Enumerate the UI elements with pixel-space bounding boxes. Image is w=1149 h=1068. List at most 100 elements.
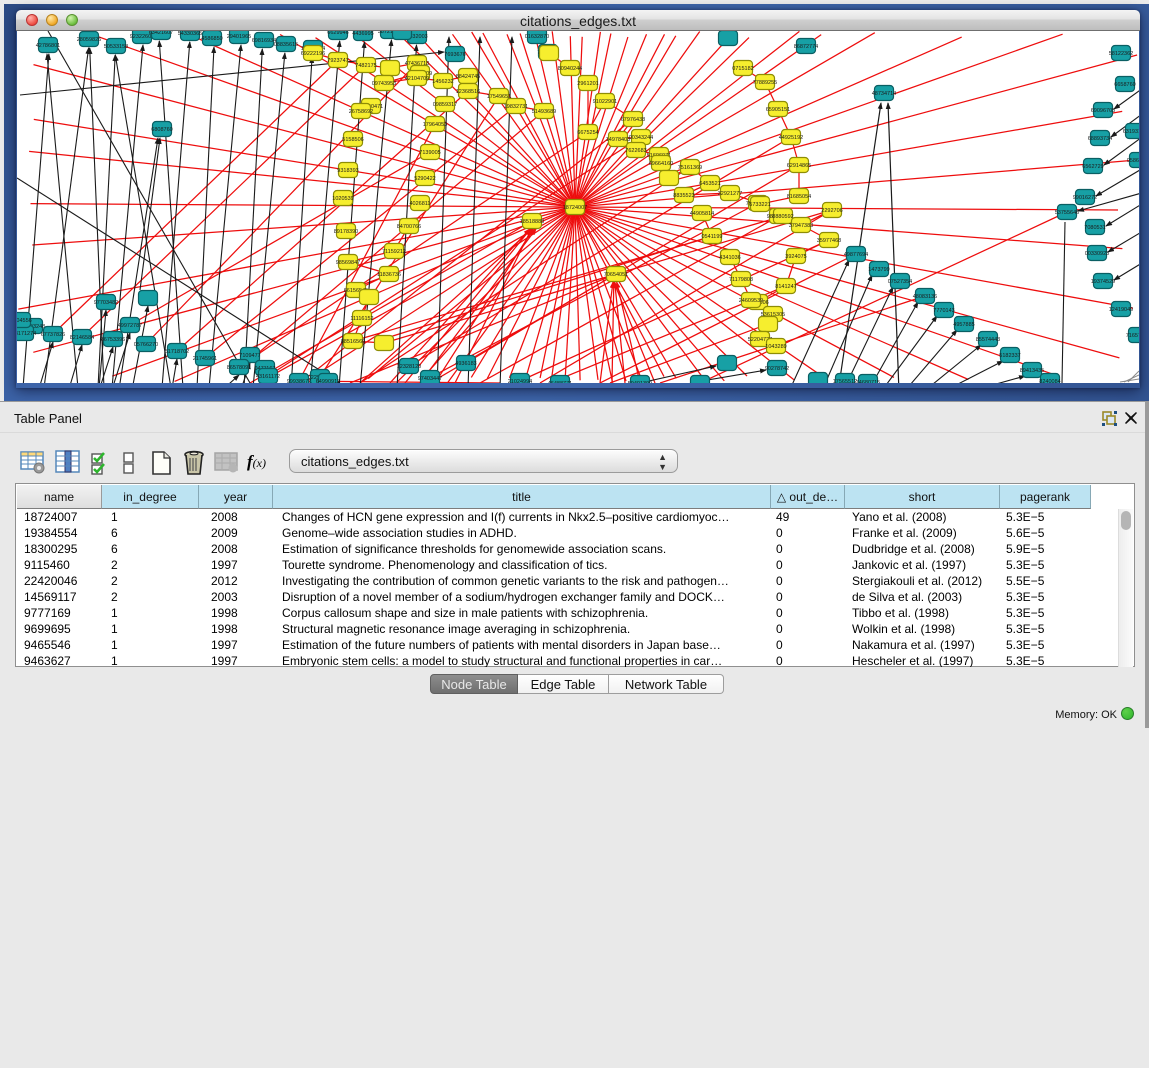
svg-text:48083136: 48083136 — [913, 294, 937, 300]
svg-text:26758692: 26758692 — [349, 109, 373, 115]
svg-text:90278742: 90278742 — [765, 366, 789, 372]
svg-text:17565512: 17565512 — [833, 379, 857, 383]
svg-text:49972787: 49972787 — [118, 323, 142, 329]
svg-text:7109477: 7109477 — [239, 353, 260, 359]
svg-text:71159212: 71159212 — [382, 249, 406, 255]
svg-text:8835523: 8835523 — [673, 193, 694, 199]
svg-text:69664160: 69664160 — [649, 161, 673, 167]
svg-text:67737826: 67737826 — [41, 332, 65, 338]
svg-text:29401965: 29401965 — [227, 34, 251, 40]
svg-text:80940244: 80940244 — [558, 66, 582, 72]
svg-text:70654051: 70654051 — [604, 272, 628, 278]
svg-text:71179808: 71179808 — [729, 277, 753, 283]
svg-text:09859317: 09859317 — [433, 102, 457, 108]
svg-text:88424745: 88424745 — [456, 74, 480, 80]
svg-text:89178390: 89178390 — [334, 229, 358, 235]
svg-text:53755646: 53755646 — [1055, 210, 1079, 216]
svg-text:9318393: 9318393 — [337, 168, 358, 174]
svg-text:14978403: 14978403 — [606, 137, 630, 143]
svg-text:00330923: 00330923 — [1085, 251, 1109, 257]
svg-text:81685054: 81685054 — [787, 194, 811, 200]
svg-text:62914865: 62914865 — [787, 163, 811, 169]
svg-text:51718702: 51718702 — [165, 349, 189, 355]
svg-text:8141247: 8141247 — [775, 284, 796, 290]
svg-text:2292706: 2292706 — [821, 208, 842, 214]
svg-text:51493689: 51493689 — [532, 109, 556, 115]
svg-text:69096705: 69096705 — [1091, 108, 1115, 114]
svg-text:07527354: 07527354 — [888, 279, 912, 285]
svg-text:48734714: 48734714 — [872, 91, 896, 97]
svg-text:0715182: 0715182 — [732, 66, 753, 72]
svg-text:6658760: 6658760 — [1114, 82, 1135, 88]
svg-text:67976438: 67976438 — [621, 117, 645, 123]
svg-text:0541199: 0541199 — [701, 234, 722, 240]
svg-text:1456232: 1456232 — [432, 79, 453, 85]
svg-text:7080531: 7080531 — [1084, 225, 1105, 231]
svg-text:8240084: 8240084 — [1039, 379, 1060, 383]
svg-text:32921277: 32921277 — [718, 191, 742, 197]
svg-text:12368516: 12368516 — [456, 89, 480, 95]
svg-text:7693676: 7693676 — [444, 52, 465, 58]
svg-text:11116152: 11116152 — [350, 316, 373, 322]
svg-text:08835615: 08835615 — [274, 42, 298, 48]
svg-text:05865185: 05865185 — [1127, 158, 1139, 164]
svg-text:5158506: 5158506 — [342, 137, 363, 143]
svg-text:5290422: 5290422 — [414, 176, 435, 182]
svg-text:54330365: 54330365 — [178, 31, 202, 37]
svg-text:6453521: 6453521 — [699, 181, 720, 187]
svg-text:43161172: 43161172 — [256, 374, 280, 380]
svg-text:59401399: 59401399 — [628, 381, 652, 383]
svg-text:7923747: 7923747 — [327, 58, 348, 64]
svg-text:69222196: 69222196 — [301, 51, 325, 57]
svg-text:12419049: 12419049 — [1109, 307, 1133, 313]
svg-text:8880592: 8880592 — [772, 214, 793, 220]
svg-text:44905814: 44905814 — [690, 211, 714, 217]
svg-text:99016272: 99016272 — [1073, 195, 1097, 201]
svg-text:77889255: 77889255 — [753, 80, 777, 86]
svg-text:82146584: 82146584 — [70, 335, 94, 341]
svg-text:65905151: 65905151 — [766, 107, 790, 113]
svg-text:4957885: 4957885 — [953, 322, 974, 328]
svg-text:09743953: 09743953 — [372, 81, 396, 87]
svg-text:63193149: 63193149 — [1123, 129, 1139, 135]
svg-text:5182337: 5182337 — [999, 353, 1020, 359]
svg-text:37947383: 37947383 — [789, 223, 813, 229]
svg-text:6629946: 6629946 — [327, 31, 348, 36]
svg-text:17964053: 17964053 — [423, 122, 447, 128]
svg-text:98569847: 98569847 — [336, 260, 360, 266]
svg-text:35977468: 35977468 — [817, 238, 841, 244]
svg-text:42786801: 42786801 — [36, 43, 60, 49]
svg-text:2961201: 2961201 — [577, 81, 598, 87]
svg-text:68893734: 68893734 — [1088, 136, 1112, 142]
svg-text:4026811: 4026811 — [409, 201, 430, 207]
svg-text:88516560: 88516560 — [341, 339, 365, 345]
svg-text:3924075: 3924075 — [785, 254, 806, 260]
svg-text:7622683: 7622683 — [625, 148, 646, 154]
svg-text:74680715: 74680715 — [856, 380, 880, 383]
svg-text:50533158: 50533158 — [104, 44, 128, 50]
svg-text:6675254: 6675254 — [577, 130, 598, 136]
svg-text:21745961: 21745961 — [193, 356, 217, 362]
svg-text:1473799: 1473799 — [868, 267, 889, 273]
svg-text:4586850: 4586850 — [201, 36, 222, 42]
svg-text:91022901: 91022901 — [593, 99, 617, 105]
svg-text:5733221: 5733221 — [749, 202, 770, 208]
svg-text:01632870: 01632870 — [525, 34, 549, 40]
svg-text:18724007: 18724007 — [563, 205, 587, 211]
svg-text:7770143: 7770143 — [933, 308, 954, 314]
svg-text:00343244: 00343244 — [629, 135, 653, 141]
svg-text:75161369: 75161369 — [678, 165, 702, 171]
svg-text:86872774: 86872774 — [794, 44, 818, 50]
svg-text:63421607: 63421607 — [149, 31, 173, 36]
svg-text:19832731: 19832731 — [504, 104, 528, 110]
svg-text:84700766: 84700766 — [397, 224, 421, 230]
svg-text:21024994: 21024994 — [508, 379, 532, 383]
svg-text:24609539: 24609539 — [739, 298, 763, 304]
svg-text:18518888: 18518888 — [520, 219, 544, 225]
svg-text:7139005: 7139005 — [419, 150, 440, 156]
svg-text:69816934: 69816934 — [252, 38, 276, 44]
svg-text:0504556: 0504556 — [17, 318, 32, 324]
svg-text:1043289: 1043289 — [765, 344, 786, 350]
svg-text:28059826: 28059826 — [77, 37, 101, 43]
svg-text:05766270: 05766270 — [134, 342, 158, 348]
